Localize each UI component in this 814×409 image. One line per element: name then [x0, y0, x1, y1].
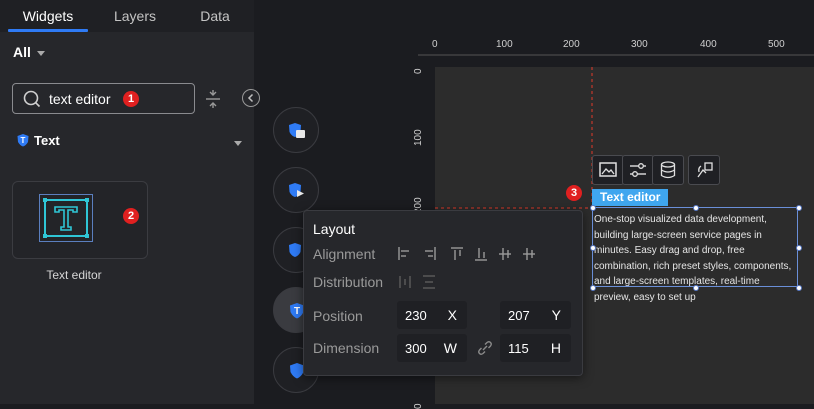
ruler-y-label: 100: [413, 129, 424, 146]
ruler-x-label: 300: [631, 39, 648, 50]
ruler-x-ticks: [418, 54, 814, 56]
resize-handle[interactable]: [796, 245, 802, 251]
step-badge-3: 3: [566, 185, 582, 201]
filter-dropdown[interactable]: All: [13, 44, 45, 60]
text-editor-widget[interactable]: One-stop visualized data development, bu…: [590, 205, 802, 303]
settings-tool-button[interactable]: [622, 155, 654, 185]
widget-category-button-1[interactable]: [273, 107, 319, 153]
resize-handle[interactable]: [590, 285, 596, 291]
position-x-value: 230: [405, 308, 427, 323]
chevron-left-icon: [247, 93, 254, 103]
image-icon: [599, 162, 617, 177]
position-y-value: 207: [508, 308, 530, 323]
resize-handle[interactable]: [590, 205, 596, 211]
resize-handle[interactable]: [796, 205, 802, 211]
ruler-x-label: 0: [432, 39, 438, 50]
category-text[interactable]: T Text: [16, 133, 60, 148]
filter-label: All: [13, 44, 31, 60]
image-tool-button[interactable]: [592, 155, 624, 185]
distribute-horizontal-icon: [399, 276, 411, 288]
database-icon: [660, 161, 676, 179]
position-label: Position: [313, 308, 363, 324]
link-icon[interactable]: [476, 339, 494, 357]
widget-category-button-2[interactable]: [273, 167, 319, 213]
interaction-icon: [697, 162, 713, 178]
category-label: Text: [34, 133, 60, 148]
svg-text:T: T: [294, 306, 300, 317]
align-left-icon: [398, 247, 409, 260]
tab-layers[interactable]: Layers: [95, 0, 175, 32]
data-tool-button[interactable]: [652, 155, 684, 185]
widget-card-label: Text editor: [46, 268, 102, 282]
align-center-icon: [523, 248, 535, 260]
align-top-icon: [451, 247, 463, 260]
resize-handle[interactable]: [796, 285, 802, 291]
svg-text:T: T: [21, 136, 26, 145]
collapse-all-icon[interactable]: [204, 89, 222, 109]
ruler-x-label: 500: [768, 39, 785, 50]
position-y-input[interactable]: 207 Y: [500, 301, 571, 329]
resize-handle[interactable]: [693, 205, 699, 211]
position-x-input[interactable]: 230 X: [397, 301, 467, 329]
sliders-icon: [630, 163, 646, 177]
panel-tabs: Widgets Layers Data: [0, 0, 254, 32]
resize-handle[interactable]: [590, 245, 596, 251]
tab-widgets[interactable]: Widgets: [8, 0, 88, 32]
distribution-icons: [399, 275, 435, 289]
chevron-down-icon[interactable]: [234, 141, 242, 146]
distribution-label: Distribution: [313, 274, 384, 290]
ruler-x-label: 400: [700, 39, 717, 50]
layout-popover: Layout Alignment Distribution Position 2…: [303, 210, 583, 376]
selected-widget-tag: Text editor: [592, 189, 669, 206]
horizontal-ruler: 0 100 200 300 400 500: [418, 30, 814, 56]
ruler-x-label: 200: [563, 39, 580, 50]
search-value: text editor: [49, 91, 111, 107]
alignment-label: Alignment: [313, 246, 376, 262]
search-input[interactable]: text editor 1: [12, 83, 195, 114]
text-shield-icon: T: [17, 134, 29, 147]
width-input[interactable]: 300 W: [397, 334, 467, 362]
ruler-y-label: 0: [413, 403, 424, 409]
media-shield-icon: [289, 183, 304, 197]
search-icon: [23, 90, 41, 108]
interaction-tool-button[interactable]: [688, 155, 720, 185]
alignment-icons: [398, 247, 535, 261]
width-value: 300: [405, 341, 427, 356]
text-editor-icon: [39, 194, 93, 242]
active-tab-indicator: [8, 29, 88, 32]
tab-data[interactable]: Data: [175, 0, 255, 32]
text-editor-content: One-stop visualized data development, bu…: [594, 214, 792, 303]
step-badge-1: 1: [123, 91, 139, 107]
widget-panel: Widgets Layers Data All text editor 1 T …: [0, 0, 254, 404]
ruler-x-label: 100: [496, 39, 513, 50]
position-x-unit: X: [447, 307, 457, 323]
align-right-icon: [425, 247, 436, 260]
position-y-unit: Y: [551, 307, 561, 323]
distribute-vertical-icon: [423, 275, 435, 289]
resize-handle[interactable]: [693, 285, 699, 291]
layout-title: Layout: [313, 221, 356, 237]
align-middle-icon: [499, 248, 511, 260]
dimension-label: Dimension: [313, 340, 380, 356]
collapse-panel-button[interactable]: [242, 89, 260, 107]
height-unit: H: [550, 340, 561, 356]
step-badge-2: 2: [123, 208, 139, 224]
width-unit: W: [443, 340, 457, 356]
align-bottom-icon: [475, 248, 487, 261]
height-input[interactable]: 115 H: [500, 334, 571, 362]
ruler-y-label: 0: [413, 68, 424, 74]
height-value: 115: [508, 341, 529, 356]
chevron-down-icon: [36, 50, 45, 56]
image-shield-icon: [289, 123, 305, 138]
